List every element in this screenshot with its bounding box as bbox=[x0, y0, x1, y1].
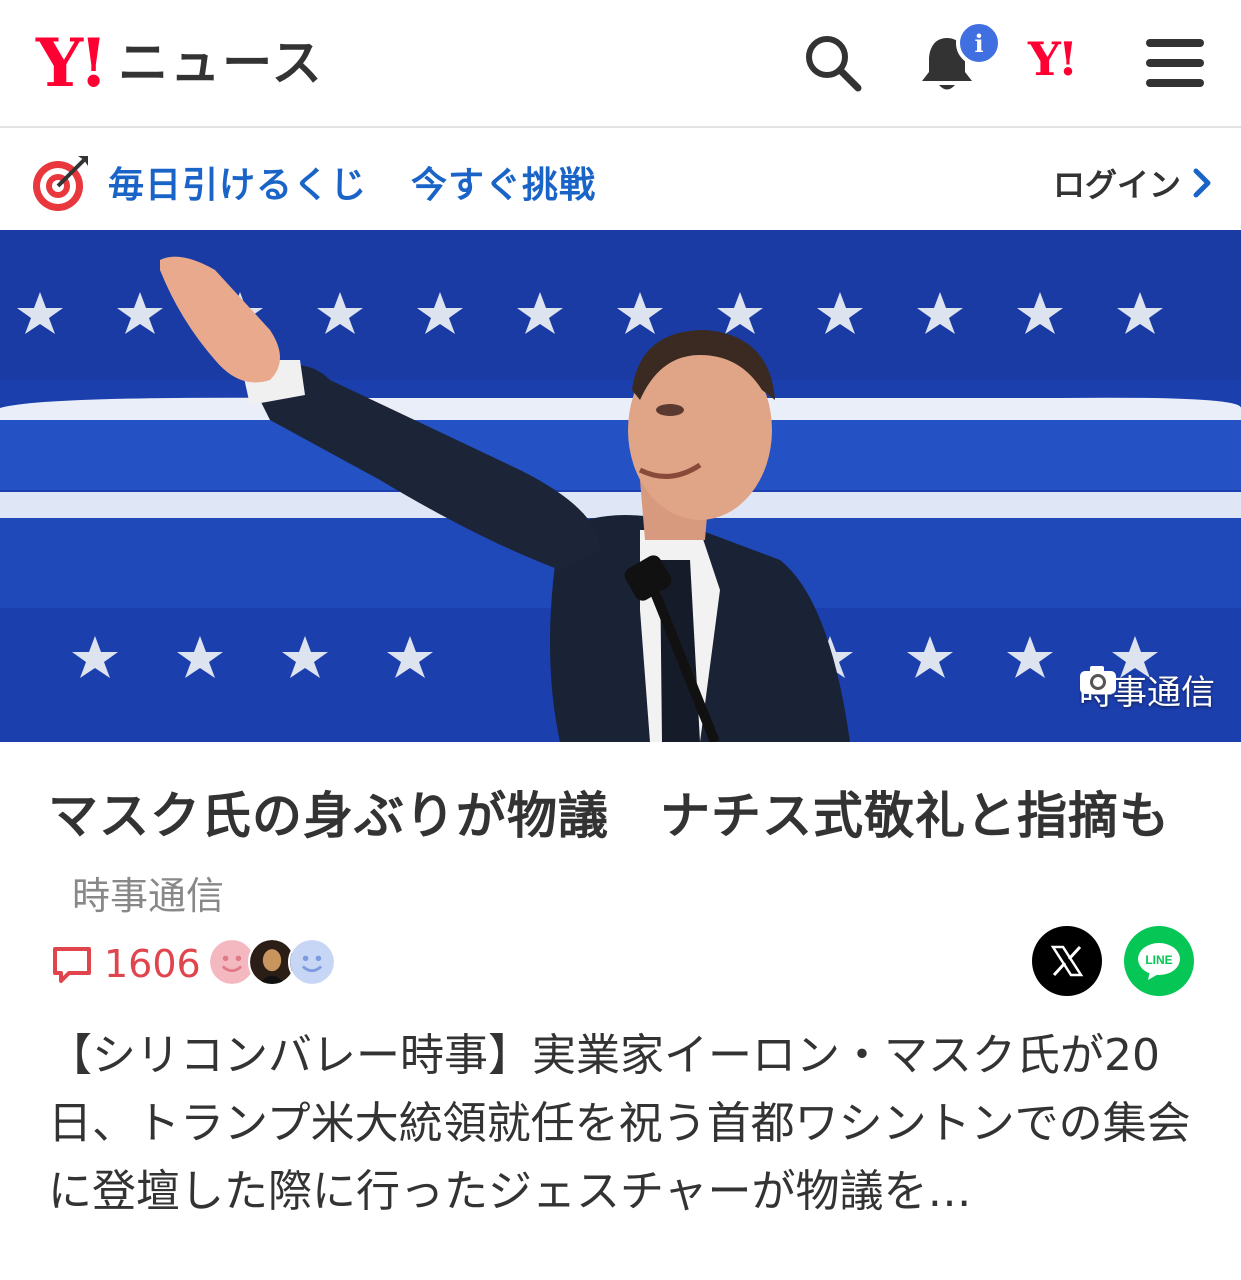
menu-icon[interactable] bbox=[1142, 30, 1208, 96]
promo-text-challenge: 今すぐ挑戦 bbox=[411, 165, 597, 206]
search-icon[interactable] bbox=[800, 30, 866, 96]
x-logo-icon bbox=[1050, 945, 1084, 977]
article-summary[interactable]: 【シリコンバレー時事】実業家イーロン・マスク氏が20日、トランプ米大統領就任を祝… bbox=[48, 1022, 1208, 1226]
comment-count[interactable]: 1606 bbox=[104, 942, 201, 986]
avatar-smile-blue bbox=[288, 938, 336, 986]
promo-text-daily-lottery: 毎日引けるくじ bbox=[108, 165, 368, 206]
lottery-promo-bar[interactable]: 毎日引けるくじ 今すぐ挑戦 ログイン bbox=[0, 130, 1241, 230]
hero-photo bbox=[0, 230, 1241, 742]
yahoo-account-mark[interactable]: Y! bbox=[1028, 36, 1078, 82]
yahoo-news-logo[interactable]: Y! ニュース bbox=[36, 28, 324, 98]
logo-mark: Y! bbox=[36, 24, 108, 102]
logo-text: ニュース bbox=[118, 34, 324, 92]
camera-icon bbox=[1080, 666, 1116, 694]
article-meta-row: 1606 LINE bbox=[48, 926, 1198, 1000]
share-line-button[interactable]: LINE bbox=[1124, 926, 1194, 996]
line-logo-icon: LINE bbox=[1138, 943, 1180, 980]
line-logo-text: LINE bbox=[1145, 953, 1172, 967]
target-icon bbox=[33, 156, 88, 211]
chevron-right-icon bbox=[1193, 168, 1211, 198]
article-source: 時事通信 bbox=[72, 874, 225, 918]
photo-credit: 時事通信 bbox=[1079, 665, 1215, 714]
app-header: Y! ニュース i Y! bbox=[0, 0, 1241, 128]
share-x-button[interactable] bbox=[1032, 926, 1102, 996]
article-hero-image[interactable]: 時事通信 bbox=[0, 230, 1241, 742]
notification-badge: i bbox=[956, 20, 1002, 66]
login-link[interactable]: ログイン bbox=[1053, 160, 1213, 206]
article-title[interactable]: マスク氏の身ぶりが物議 ナチス式敬礼と指摘も時事通信 bbox=[48, 778, 1198, 934]
login-label: ログイン bbox=[1052, 166, 1181, 204]
article-title-text: マスク氏の身ぶりが物議 ナチス式敬礼と指摘も bbox=[48, 787, 1170, 845]
comment-icon[interactable] bbox=[52, 946, 92, 984]
promo-text[interactable]: 毎日引けるくじ 今すぐ挑戦 bbox=[108, 156, 596, 208]
